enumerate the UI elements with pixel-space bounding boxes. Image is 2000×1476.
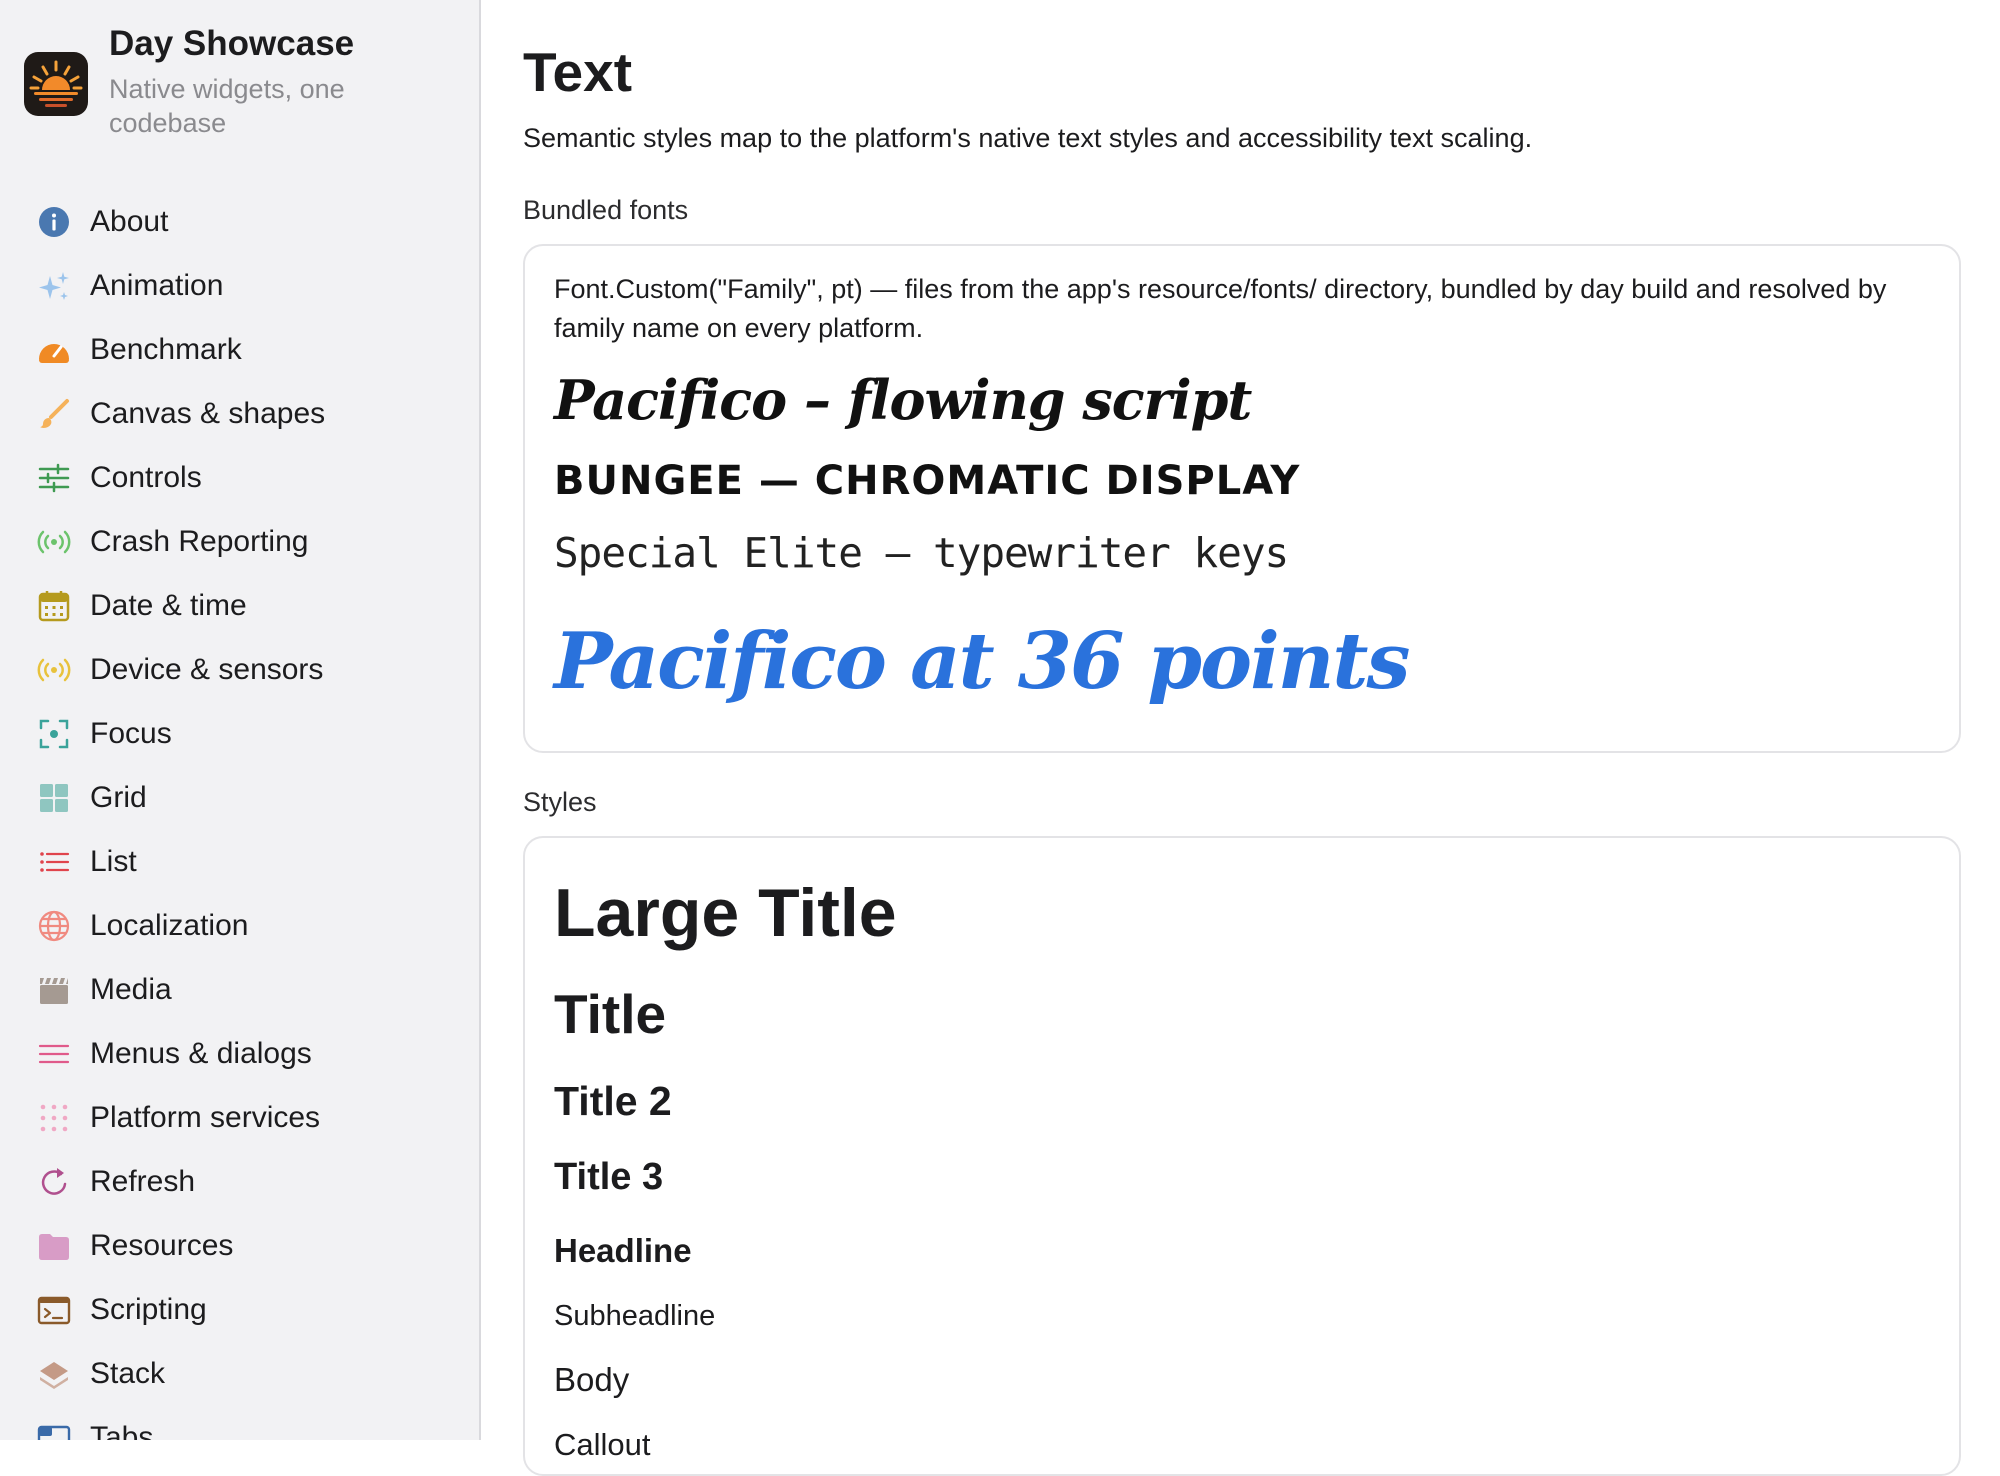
sidebar-item-media[interactable]: Media	[0, 958, 479, 1022]
sidebar-item-resources[interactable]: Resources	[0, 1214, 479, 1278]
bundled-fonts-section-label: Bundled fonts	[523, 195, 689, 225]
bungee-sample: BUNGEE — CHROMATIC DISPLAY	[554, 458, 1301, 504]
app-title: Day Showcase	[109, 24, 355, 63]
menu-icon	[38, 1044, 70, 1064]
clapperboard-icon	[40, 978, 68, 1004]
sidebar-item-date-time[interactable]: Date & time	[0, 574, 479, 638]
sidebar: Day Showcase Native widgets, one codebas…	[0, 0, 481, 1440]
sidebar-item-label: About	[90, 205, 169, 238]
sidebar-item-canvas-shapes[interactable]: Canvas & shapes	[0, 382, 479, 446]
globe-icon	[38, 910, 70, 942]
sidebar-item-localization[interactable]: Localization	[0, 894, 479, 958]
sidebar-item-tabs[interactable]: Tabs	[0, 1406, 479, 1440]
sidebar-item-label: Canvas & shapes	[90, 397, 326, 430]
special-elite-sample: Special Elite — typewriter keys	[554, 529, 1289, 577]
folder-icon	[39, 1234, 69, 1260]
pacifico-large-sample: Pacifico at 36 points	[554, 616, 1410, 707]
sidebar-item-menus-dialogs[interactable]: Menus & dialogs	[0, 1022, 479, 1086]
sidebar-item-device-sensors[interactable]: Device & sensors	[0, 638, 479, 702]
speedometer-icon	[39, 344, 69, 363]
sidebar-item-about[interactable]: About	[0, 190, 479, 254]
sidebar-item-label: List	[90, 845, 137, 878]
broadcast-icon	[37, 530, 71, 554]
sidebar-item-label: Focus	[90, 717, 172, 750]
title-sample: Title	[554, 983, 667, 1045]
bundled-fonts-note: Font.Custom("Family", pt) — files from t…	[554, 274, 1887, 343]
sidebar-item-label: Stack	[90, 1357, 166, 1390]
sidebar-item-label: Localization	[90, 909, 249, 942]
dots-grid-icon	[40, 1104, 68, 1132]
info-icon	[39, 207, 69, 237]
bundled-fonts-card: Font.Custom("Family", pt) — files from t…	[523, 244, 1961, 753]
sidebar-item-label: Animation	[90, 269, 224, 302]
subheadline-sample: Subheadline	[554, 1300, 716, 1332]
sidebar-item-label: Crash Reporting	[90, 525, 309, 558]
paintbrush-icon	[40, 399, 69, 428]
styles-card: Large Title Title Title 2 Title 3 Headli…	[523, 836, 1961, 1476]
page-description: Semantic styles map to the platform's na…	[523, 123, 1533, 153]
sparkles-icon	[39, 272, 69, 300]
sidebar-item-label: Platform services	[90, 1101, 321, 1134]
sidebar-item-label: Grid	[90, 781, 147, 814]
callout-sample: Callout	[554, 1427, 651, 1462]
sidebar-item-animation[interactable]: Animation	[0, 254, 479, 318]
title2-sample: Title 2	[554, 1078, 672, 1124]
page-title: Text	[523, 41, 633, 103]
refresh-icon	[41, 1168, 67, 1195]
sidebar-item-label: Tabs	[90, 1421, 154, 1440]
pacifico-sample: Pacifico – flowing script	[554, 368, 1252, 432]
sidebar-item-label: Controls	[90, 461, 202, 494]
calendar-icon	[38, 591, 70, 622]
app-subtitle: Native widgets, one codebase	[109, 74, 345, 138]
sidebar-item-label: Scripting	[90, 1293, 207, 1326]
sidebar-item-label: Resources	[90, 1229, 234, 1262]
headline-sample: Headline	[554, 1232, 692, 1269]
sidebar-item-controls[interactable]: Controls	[0, 446, 479, 510]
sidebar-item-label: Date & time	[90, 589, 247, 622]
title3-sample: Title 3	[554, 1156, 664, 1198]
body-sample: Body	[554, 1361, 630, 1398]
sidebar-item-label: Device & sensors	[90, 653, 324, 686]
terminal-icon	[37, 1296, 71, 1325]
sidebar-item-label: Media	[90, 973, 172, 1006]
sensor-icon	[37, 658, 71, 682]
sidebar-item-label: Menus & dialogs	[90, 1037, 312, 1070]
grid-icon	[40, 784, 68, 812]
sliders-icon	[38, 463, 70, 493]
focus-icon	[39, 719, 69, 749]
stack-icon	[40, 1362, 68, 1389]
sidebar-item-stack[interactable]: Stack	[0, 1342, 479, 1406]
sidebar-nav: About Animation Benchmark Canvas & shape…	[0, 190, 479, 1440]
sidebar-item-list[interactable]: List	[0, 830, 479, 894]
sidebar-item-focus[interactable]: Focus	[0, 702, 479, 766]
sidebar-item-refresh[interactable]: Refresh	[0, 1150, 479, 1214]
sidebar-item-crash-reporting[interactable]: Crash Reporting	[0, 510, 479, 574]
list-icon	[40, 852, 70, 872]
sidebar-item-platform-services[interactable]: Platform services	[0, 1086, 479, 1150]
large-title-sample: Large Title	[554, 875, 897, 951]
sidebar-item-label: Benchmark	[90, 333, 242, 366]
tabs-icon	[37, 1425, 71, 1440]
styles-section-label: Styles	[523, 787, 597, 817]
sidebar-item-grid[interactable]: Grid	[0, 766, 479, 830]
sunrise-app-icon	[24, 52, 88, 116]
sidebar-item-scripting[interactable]: Scripting	[0, 1278, 479, 1342]
sidebar-item-benchmark[interactable]: Benchmark	[0, 318, 479, 382]
sidebar-item-label: Refresh	[90, 1165, 196, 1198]
